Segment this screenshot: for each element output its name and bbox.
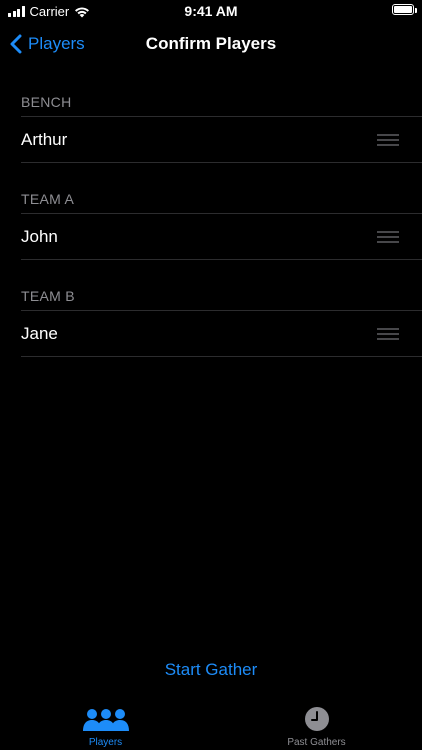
player-name: John: [21, 226, 58, 246]
start-gather-button[interactable]: Start Gather: [0, 660, 422, 680]
player-row[interactable]: Arthur: [21, 116, 422, 163]
player-list: BENCH Arthur TEAM A John TEAM B Jane: [0, 66, 422, 357]
battery-tip: [415, 8, 417, 13]
battery-icon: [392, 4, 414, 15]
chevron-left-icon: [10, 34, 22, 54]
section-team-a: TEAM A John: [0, 185, 422, 260]
tab-label: Players: [88, 737, 123, 748]
tab-bar: Players Past Gathers: [0, 700, 422, 750]
player-row[interactable]: Jane: [21, 310, 422, 357]
back-button-label: Players: [28, 34, 85, 53]
section-header: BENCH: [21, 94, 72, 110]
reorder-handle-icon[interactable]: [377, 134, 399, 145]
reorder-handle-icon[interactable]: [377, 328, 399, 339]
section-bench: BENCH Arthur: [0, 88, 422, 163]
tab-players[interactable]: Players: [0, 704, 211, 748]
section-team-b: TEAM B Jane: [0, 282, 422, 357]
section-header: TEAM A: [21, 191, 75, 207]
player-row[interactable]: John: [21, 213, 422, 260]
reorder-handle-icon[interactable]: [377, 231, 399, 242]
tab-label: Past Gathers: [287, 737, 346, 748]
battery-fill: [394, 6, 412, 13]
back-button[interactable]: Players: [10, 22, 85, 66]
people-icon: [82, 704, 129, 732]
player-name: Arthur: [21, 129, 68, 149]
section-header: TEAM B: [21, 288, 75, 304]
tab-past-gathers[interactable]: Past Gathers: [211, 704, 422, 748]
status-time: 9:41 AM: [184, 3, 238, 19]
navigation-bar: Confirm Players Players: [0, 22, 422, 66]
clock-icon: [304, 704, 330, 732]
status-bar: Carrier 9:41 AM: [0, 0, 422, 22]
player-name: Jane: [21, 323, 58, 343]
